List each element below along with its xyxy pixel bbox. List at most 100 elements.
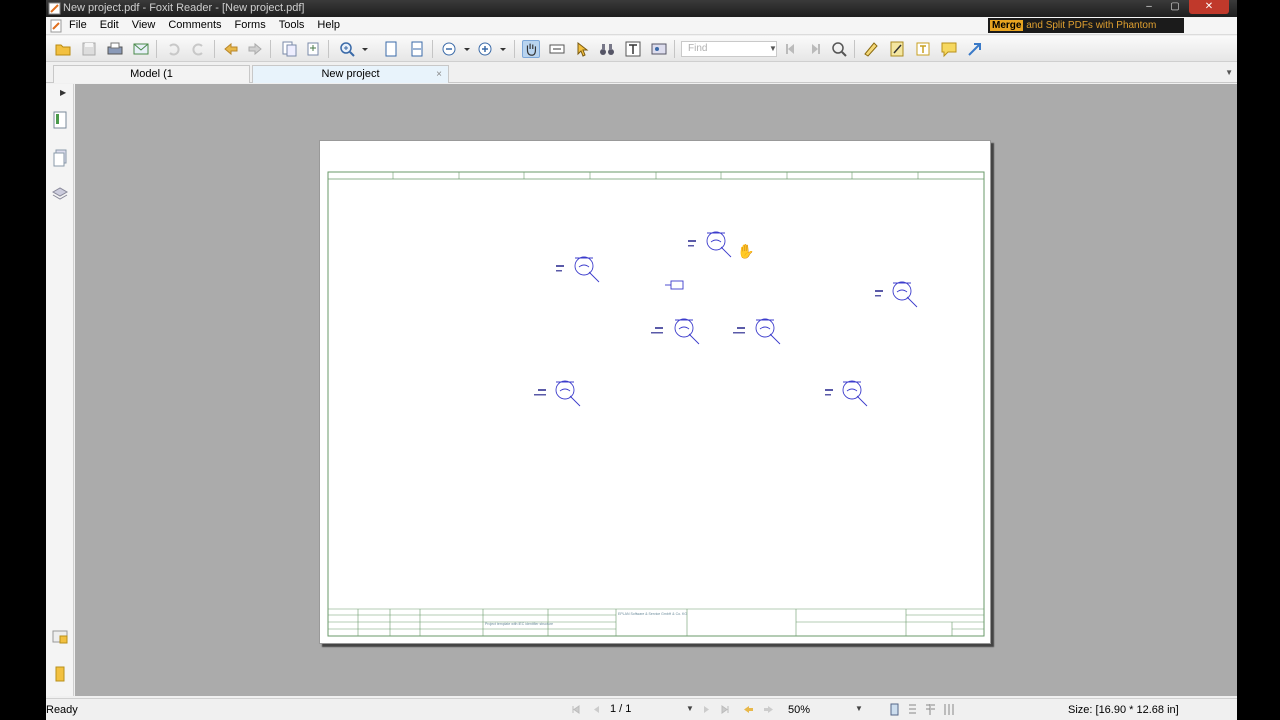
- pages-icon[interactable]: [50, 148, 70, 168]
- menu-forms[interactable]: Forms: [234, 19, 267, 31]
- first-page-icon[interactable]: [570, 703, 583, 716]
- pdf-page[interactable]: EPLAN Software & Service GmbH & Co. KG P…: [319, 140, 991, 644]
- advertisement-banner[interactable]: Merge and Split PDFs with Phantom: [988, 18, 1184, 33]
- desktop-left: [0, 0, 46, 720]
- title-bar: New project.pdf - Foxit Reader - [New pr…: [46, 0, 1237, 17]
- tab-list-dropdown-icon[interactable]: ▼: [1225, 68, 1233, 77]
- clip-icon[interactable]: [50, 664, 70, 684]
- foxit-window: New project.pdf - Foxit Reader - [New pr…: [46, 0, 1237, 720]
- ad-merge-label: Merge: [990, 20, 1024, 31]
- tab-close-icon[interactable]: ×: [436, 66, 442, 83]
- motor-symbol: [706, 231, 732, 258]
- navigation-panel: ▶: [46, 84, 74, 696]
- menu-comments[interactable]: Comments: [167, 19, 222, 31]
- search-icon[interactable]: [830, 40, 848, 58]
- hand-tool-icon[interactable]: [522, 40, 540, 58]
- attachments-icon[interactable]: [50, 626, 70, 646]
- menu-view[interactable]: View: [131, 19, 157, 31]
- next-page-icon[interactable]: [700, 703, 713, 716]
- motor-symbol: [574, 256, 600, 283]
- zoom-out-circle-icon[interactable]: [440, 40, 458, 58]
- zoom-in-dropdown-icon[interactable]: [498, 40, 508, 58]
- maximize-button[interactable]: ▢: [1163, 0, 1187, 14]
- zoom-dropdown-icon[interactable]: [360, 40, 370, 58]
- menu-help[interactable]: Help: [316, 19, 341, 31]
- minimize-button[interactable]: ‒: [1137, 0, 1161, 14]
- continuous-view-icon[interactable]: [906, 703, 919, 716]
- find-previous-icon[interactable]: [782, 40, 800, 58]
- previous-view-icon[interactable]: [742, 703, 755, 716]
- schematic-drawing: EPLAN Software & Service GmbH & Co. KG P…: [327, 171, 985, 637]
- email-icon[interactable]: [132, 40, 150, 58]
- continuous-facing-view-icon[interactable]: [942, 703, 955, 716]
- facing-view-icon[interactable]: [924, 703, 937, 716]
- ad-text: and Split PDFs with Phantom: [1026, 20, 1157, 31]
- toolbar: Find ▼: [46, 36, 1237, 62]
- pencil-icon[interactable]: [888, 40, 906, 58]
- menu-bar: File Edit View Comments Forms Tools Help…: [46, 17, 1237, 35]
- foxit-app-icon: [48, 2, 61, 15]
- menu-tools[interactable]: Tools: [278, 19, 306, 31]
- note-tool-icon[interactable]: [862, 40, 880, 58]
- tab-new-project-label: New project: [321, 68, 380, 80]
- page-dropdown-icon[interactable]: ▼: [686, 704, 694, 713]
- page-size-text: Size: [16.90 * 12.68 in]: [1068, 704, 1179, 716]
- single-page-view-icon[interactable]: [888, 703, 901, 716]
- layers-icon[interactable]: [50, 184, 70, 204]
- status-text: Ready: [46, 704, 78, 716]
- image-tool-icon[interactable]: [650, 40, 668, 58]
- open-folder-icon[interactable]: [54, 40, 72, 58]
- zoom-in-icon[interactable]: [338, 40, 356, 58]
- hand-cursor-icon: ✋: [737, 243, 755, 259]
- insert-pages-icon[interactable]: [304, 40, 322, 58]
- motor-symbol: [555, 380, 581, 407]
- title-block-company: EPLAN Software & Service GmbH & Co. KG: [618, 612, 687, 616]
- close-button[interactable]: ✕: [1189, 0, 1229, 14]
- page-number-field[interactable]: 1 / 1: [610, 703, 631, 715]
- motor-symbol: [755, 318, 781, 345]
- tab-new-project[interactable]: New project ×: [252, 65, 449, 83]
- arrow-tool-icon[interactable]: [966, 40, 984, 58]
- callout-icon[interactable]: [940, 40, 958, 58]
- title-block-description: Project template with IEC identifier str…: [485, 622, 553, 626]
- last-page-icon[interactable]: [718, 703, 731, 716]
- typewriter-icon[interactable]: [624, 40, 642, 58]
- forward-arrow-icon[interactable]: [246, 40, 264, 58]
- sensor-symbol: [665, 280, 684, 290]
- bookmarks-icon[interactable]: [50, 110, 70, 130]
- zoom-in-circle-icon[interactable]: [476, 40, 494, 58]
- document-icon: [50, 19, 62, 33]
- find-next-icon[interactable]: [806, 40, 824, 58]
- document-workspace[interactable]: EPLAN Software & Service GmbH & Co. KG P…: [75, 84, 1237, 696]
- binoculars-icon[interactable]: [598, 40, 616, 58]
- find-input[interactable]: Find: [681, 41, 777, 57]
- zoom-level-dropdown-icon[interactable]: ▼: [855, 704, 863, 713]
- zoom-out-dropdown-icon[interactable]: [462, 40, 472, 58]
- status-bar: Ready 1 / 1 ▼ 50% ▼ Size: [16.90 * 12.68…: [46, 698, 1237, 720]
- select-text-icon[interactable]: [548, 40, 566, 58]
- fit-width-icon[interactable]: [408, 40, 426, 58]
- expand-panel-icon[interactable]: ▶: [60, 88, 66, 97]
- undo-icon[interactable]: [164, 40, 182, 58]
- window-title: New project.pdf - Foxit Reader - [New pr…: [63, 2, 305, 14]
- tab-model-label: Model (1: [130, 68, 173, 80]
- desktop-right: [1237, 0, 1280, 720]
- print-icon[interactable]: [106, 40, 124, 58]
- next-view-icon[interactable]: [762, 703, 775, 716]
- save-icon[interactable]: [80, 40, 98, 58]
- textbox-icon[interactable]: [914, 40, 932, 58]
- redo-icon[interactable]: [190, 40, 208, 58]
- tab-model[interactable]: Model (1: [53, 65, 250, 83]
- motor-symbol: [674, 318, 700, 345]
- back-arrow-icon[interactable]: [222, 40, 240, 58]
- fit-page-icon[interactable]: [382, 40, 400, 58]
- motor-symbol: [842, 380, 868, 407]
- find-dropdown-icon[interactable]: ▼: [768, 41, 778, 57]
- zoom-level-field[interactable]: 50%: [782, 702, 866, 718]
- menu-edit[interactable]: Edit: [99, 19, 120, 31]
- motor-symbol: [892, 281, 918, 308]
- menu-file[interactable]: File: [68, 19, 88, 31]
- snapshot-arrow-icon[interactable]: [574, 40, 592, 58]
- previous-page-icon[interactable]: [590, 703, 603, 716]
- extract-pages-icon[interactable]: [280, 40, 298, 58]
